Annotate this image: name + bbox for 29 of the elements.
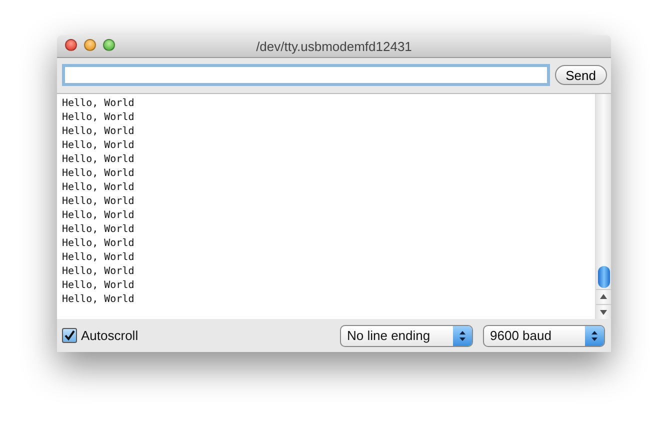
scroll-thumb[interactable] [598,266,610,288]
updown-arrows-icon [453,326,472,346]
close-button[interactable] [65,39,77,51]
line-ending-dropdown[interactable]: No line ending [340,324,473,346]
output-line: Hello, World [62,237,136,251]
output-line: Hello, World [62,223,136,237]
output-line: Hello, World [62,293,136,307]
minimize-button[interactable] [84,39,96,51]
autoscroll-checkbox[interactable] [62,328,77,343]
input-field[interactable] [62,64,550,86]
updown-arrows-icon [585,326,604,346]
output-line: Hello, World [62,111,136,125]
output-line: Hello, World [62,167,136,181]
output-line: Hello, World [62,251,136,265]
output-line: Hello, World [62,125,136,139]
window-title: /dev/tty.usbmodemfd12431 [256,38,412,54]
output-line: Hello, World [62,209,136,223]
output-line: Hello, World [62,139,136,153]
autoscroll-label: Autoscroll [81,328,138,343]
vertical-scrollbar[interactable] [595,94,611,319]
output-line: Hello, World [62,195,136,209]
output-line: Hello, World [62,153,136,167]
send-button[interactable]: Send [554,65,607,85]
baud-rate-dropdown[interactable]: 9600 baud [483,324,605,346]
output-line: Hello, World [62,265,136,279]
output-line: Hello, World [62,279,136,293]
zoom-button[interactable] [103,39,115,51]
output-line: Hello, World [62,97,136,111]
output-line: Hello, World [62,181,136,195]
